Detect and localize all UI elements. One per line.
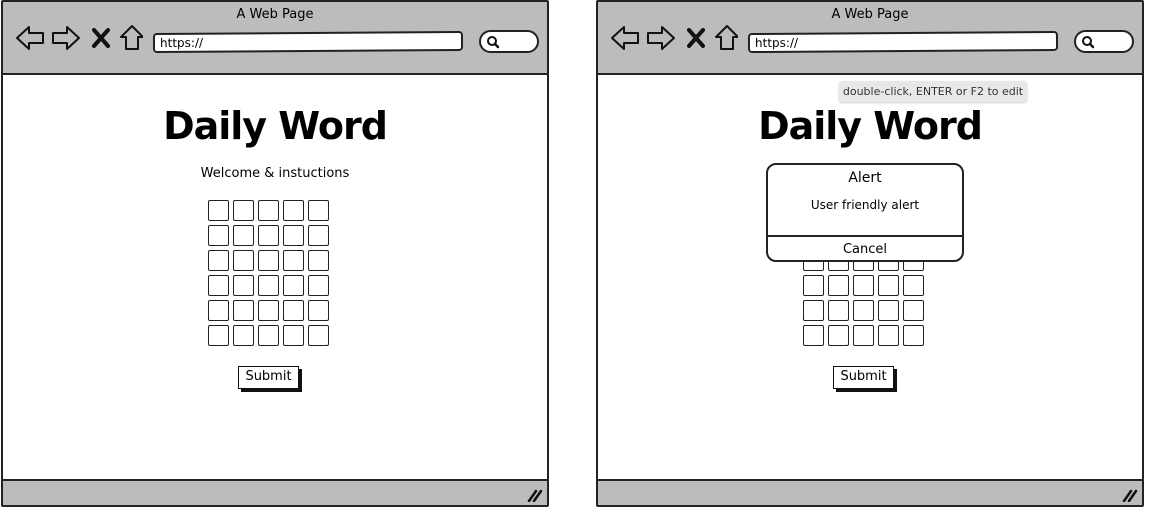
forward-arrow-icon[interactable] <box>52 26 80 50</box>
letter-cell[interactable] <box>903 325 924 346</box>
letter-cell[interactable] <box>208 250 229 271</box>
forward-arrow-icon[interactable] <box>647 26 675 50</box>
close-x-icon[interactable] <box>92 28 110 48</box>
letter-cell[interactable] <box>208 200 229 221</box>
back-arrow-icon[interactable] <box>16 26 44 50</box>
letter-cell[interactable] <box>828 300 849 321</box>
window-title: A Web Page <box>236 7 314 22</box>
letter-cell[interactable] <box>308 225 329 246</box>
letter-cell[interactable] <box>828 325 849 346</box>
letter-cell[interactable] <box>878 325 899 346</box>
search-field[interactable] <box>479 30 539 53</box>
letter-cell[interactable] <box>258 275 279 296</box>
letter-cell[interactable] <box>308 250 329 271</box>
letter-cell[interactable] <box>878 300 899 321</box>
letter-cell[interactable] <box>208 325 229 346</box>
alert-dialog: Alert User friendly alert Cancel <box>766 163 964 262</box>
status-bar <box>598 479 1142 505</box>
letter-cell[interactable] <box>853 300 874 321</box>
letter-cell[interactable] <box>208 275 229 296</box>
page-title: Daily Word <box>163 104 388 148</box>
letter-cell[interactable] <box>258 300 279 321</box>
browser-toolbar: A Web Page https:// <box>3 2 547 75</box>
letter-cell[interactable] <box>233 325 254 346</box>
url-bar[interactable]: https:// <box>747 30 1059 54</box>
letter-cell[interactable] <box>853 325 874 346</box>
status-bar <box>3 479 547 505</box>
url-bar[interactable]: https:// <box>152 30 464 54</box>
search-icon <box>487 36 500 49</box>
letter-cell[interactable] <box>283 300 304 321</box>
browser-window-right: A Web Page https:// Daily Word Submit Al… <box>596 0 1144 507</box>
letter-cell[interactable] <box>283 250 304 271</box>
letter-cell[interactable] <box>828 275 849 296</box>
window-title: A Web Page <box>831 7 909 22</box>
letter-cell[interactable] <box>208 300 229 321</box>
letter-cell[interactable] <box>903 300 924 321</box>
back-arrow-icon[interactable] <box>611 26 639 50</box>
letter-cell[interactable] <box>233 300 254 321</box>
letter-cell[interactable] <box>233 275 254 296</box>
letter-cell[interactable] <box>283 325 304 346</box>
letter-cell[interactable] <box>803 275 824 296</box>
letter-cell[interactable] <box>233 225 254 246</box>
letter-cell[interactable] <box>308 325 329 346</box>
letter-cell[interactable] <box>853 275 874 296</box>
close-x-icon[interactable] <box>687 28 705 48</box>
letter-cell[interactable] <box>878 275 899 296</box>
search-field[interactable] <box>1074 30 1134 53</box>
submit-button[interactable]: Submit <box>238 366 299 389</box>
letter-cell[interactable] <box>308 300 329 321</box>
home-icon[interactable] <box>715 25 738 50</box>
cancel-button[interactable]: Cancel <box>768 241 962 259</box>
letter-cell[interactable] <box>233 200 254 221</box>
letter-cell[interactable] <box>258 200 279 221</box>
alert-title: Alert <box>848 170 882 186</box>
edit-tooltip: double-click, ENTER or F2 to edit <box>839 81 1027 102</box>
letter-cell[interactable] <box>308 275 329 296</box>
letter-grid <box>208 200 334 350</box>
nav-controls <box>611 25 738 50</box>
welcome-text: Welcome & instuctions <box>200 166 350 181</box>
resize-grip-icon[interactable] <box>1122 488 1138 502</box>
letter-cell[interactable] <box>903 275 924 296</box>
letter-cell[interactable] <box>308 200 329 221</box>
search-icon <box>1082 36 1095 49</box>
alert-divider <box>768 235 962 237</box>
submit-button[interactable]: Submit <box>833 366 894 389</box>
letter-cell[interactable] <box>283 275 304 296</box>
letter-cell[interactable] <box>233 250 254 271</box>
letter-cell[interactable] <box>803 325 824 346</box>
nav-controls <box>16 25 143 50</box>
resize-grip-icon[interactable] <box>527 488 543 502</box>
letter-cell[interactable] <box>283 200 304 221</box>
page-title: Daily Word <box>758 104 983 148</box>
browser-toolbar: A Web Page https:// <box>598 2 1142 75</box>
letter-cell[interactable] <box>208 225 229 246</box>
letter-cell[interactable] <box>803 300 824 321</box>
letter-cell[interactable] <box>258 225 279 246</box>
letter-cell[interactable] <box>283 225 304 246</box>
browser-window-left: A Web Page https:// Daily Word Welcome &… <box>1 0 549 507</box>
home-icon[interactable] <box>120 25 143 50</box>
alert-message: User friendly alert <box>810 198 920 212</box>
letter-cell[interactable] <box>258 250 279 271</box>
letter-cell[interactable] <box>258 325 279 346</box>
